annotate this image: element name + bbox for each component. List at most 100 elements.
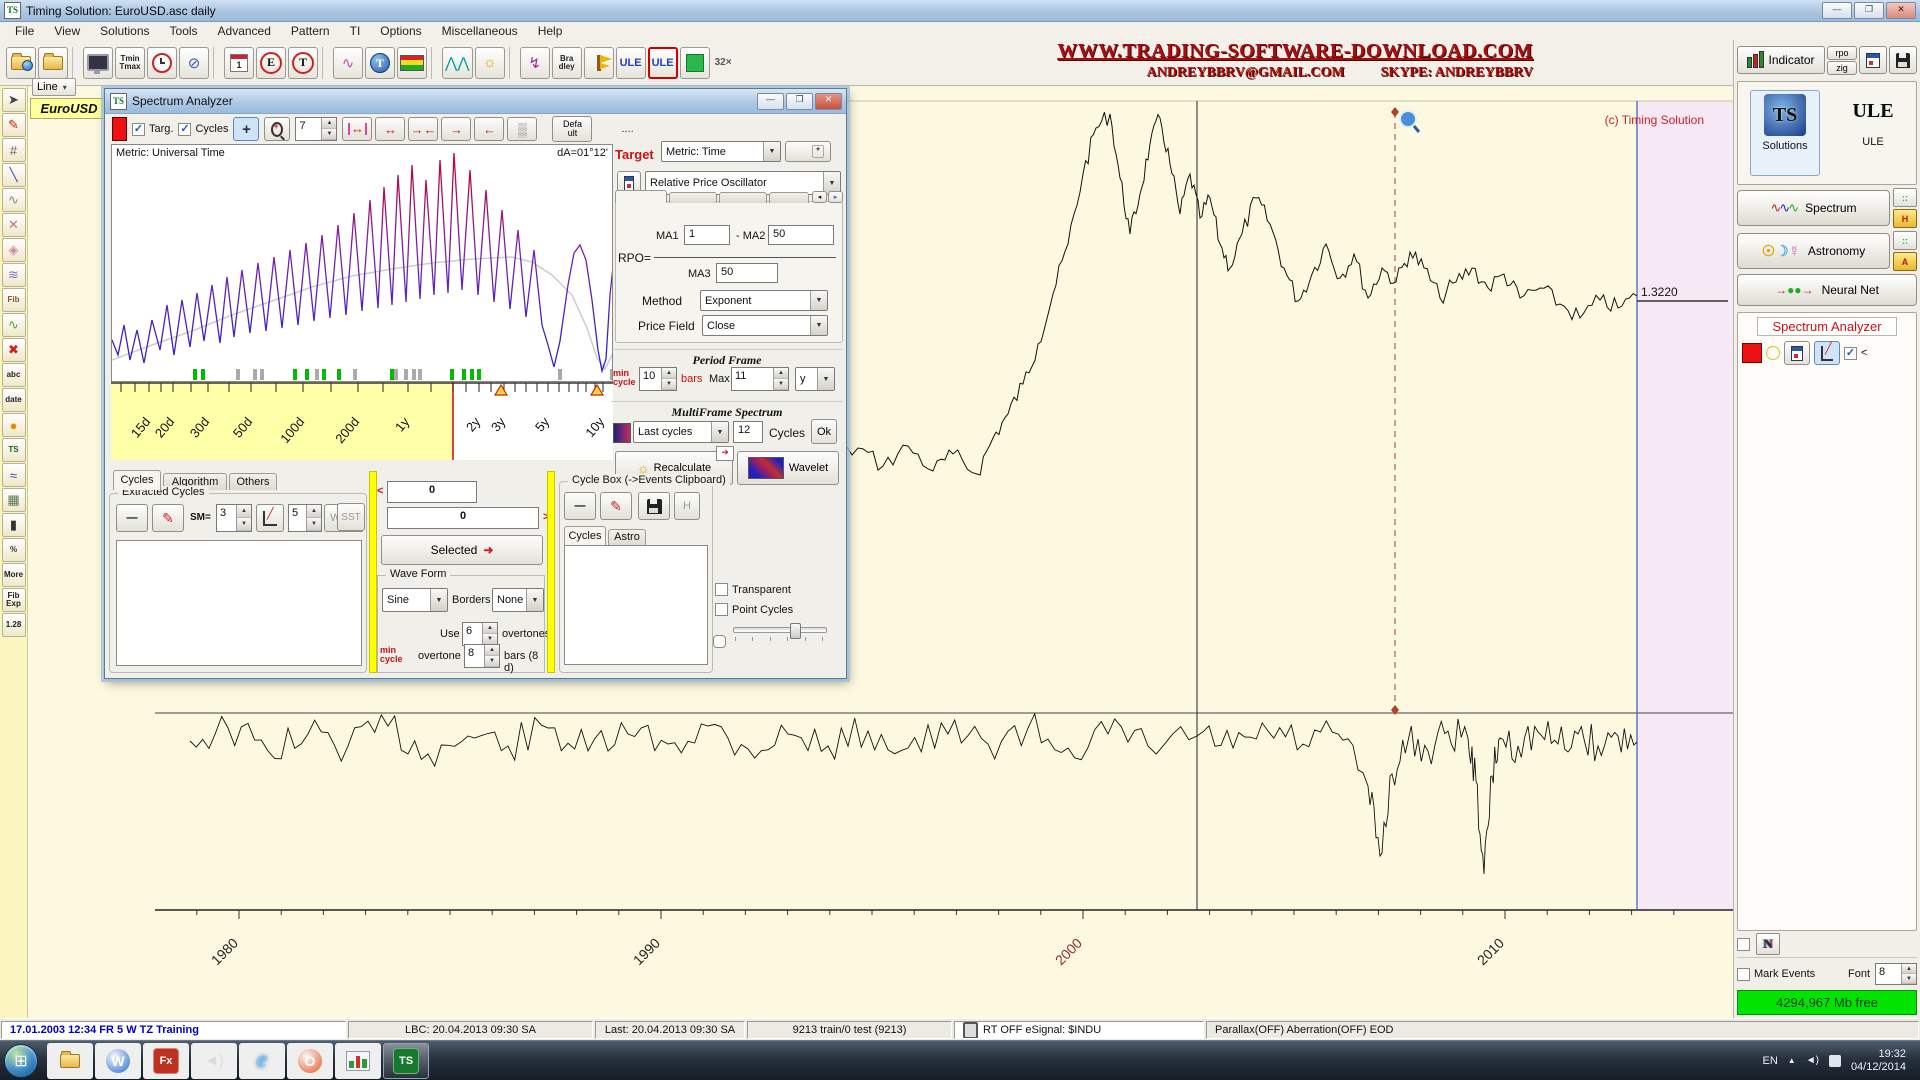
opacity-slider[interactable]: [733, 627, 827, 633]
indicator-button[interactable]: Indicator: [1737, 46, 1825, 74]
menu-miscellaneous[interactable]: Miscellaneous: [433, 22, 527, 40]
dialog-titlebar[interactable]: TS Spectrum Analyzer — ❐ ✕: [105, 89, 846, 114]
zigzag-tool[interactable]: ∿: [2, 188, 26, 212]
ryg-bar-button[interactable]: [397, 47, 427, 79]
menu-options[interactable]: Options: [371, 22, 430, 40]
cycle-box-list[interactable]: [564, 545, 708, 665]
shift-right-button[interactable]: →: [441, 117, 471, 141]
tray-volume-icon[interactable]: ◄): [1806, 1055, 1819, 1066]
transit-t-button[interactable]: T: [288, 47, 318, 79]
squiggle-button[interactable]: ∿: [333, 47, 363, 79]
cycles-checkbox[interactable]: Cycles: [178, 123, 228, 136]
n-colorful-button[interactable]: N: [1756, 933, 1780, 955]
open-file-button[interactable]: [38, 47, 68, 79]
ephemeris-e-button[interactable]: E: [256, 47, 286, 79]
wavelet-button[interactable]: Wavelet: [737, 451, 839, 485]
tab-others[interactable]: Others: [229, 473, 277, 490]
min-cycle-spinner[interactable]: 10: [639, 367, 677, 391]
remove-cycle-button[interactable]: —: [116, 504, 148, 532]
astronomy-dots-button[interactable]: ::: [1893, 231, 1917, 250]
zigzag-tree-button[interactable]: ↯: [520, 47, 550, 79]
erase-cycle-button[interactable]: ✎: [152, 504, 184, 532]
shift-left-button[interactable]: ←: [474, 117, 504, 141]
star-button[interactable]: *: [785, 141, 831, 162]
abc-label-tool[interactable]: abc: [2, 363, 26, 387]
maximize-button[interactable]: ❐: [1854, 2, 1884, 19]
astronomy-button[interactable]: ☉☽☿ Astronomy: [1737, 233, 1890, 269]
cycle-box-h-button[interactable]: H: [674, 492, 700, 520]
menu-solutions[interactable]: Solutions: [91, 22, 158, 40]
start-button[interactable]: ⊞: [4, 1044, 38, 1078]
cycle-box-tab-astro[interactable]: Astro: [608, 529, 646, 545]
fib-exp-button[interactable]: Fib Exp: [2, 588, 26, 612]
ma2-input[interactable]: 50: [768, 225, 834, 245]
neural-net-button[interactable]: →●●→ Neural Net: [1737, 274, 1917, 306]
sst-button[interactable]: SST: [337, 503, 365, 531]
rpo-tab-3[interactable]: [719, 192, 767, 203]
rpo-tab-2[interactable]: [669, 192, 717, 203]
tray-network-icon[interactable]: [1829, 1055, 1841, 1067]
internet-explorer-button[interactable]: e: [239, 1043, 285, 1079]
date-label-tool[interactable]: date: [2, 388, 26, 412]
histogram-button[interactable]: [256, 504, 284, 532]
webmoney-button[interactable]: W: [95, 1043, 141, 1079]
font-size-spinner[interactable]: 8: [1875, 963, 1917, 985]
save-button[interactable]: [1889, 46, 1917, 74]
spectrum-button[interactable]: ∿∿∿ Spectrum: [1737, 190, 1890, 226]
close-button[interactable]: ✕: [1886, 2, 1916, 19]
ule-red-button[interactable]: ULE: [648, 47, 678, 79]
flag-button[interactable]: [584, 47, 614, 79]
spectrum-dots-button[interactable]: ::: [1893, 188, 1917, 207]
range-expand-button[interactable]: ↔: [375, 117, 405, 141]
extracted-cycles-list[interactable]: [116, 540, 362, 666]
method-dropdown[interactable]: Exponent: [700, 290, 828, 311]
line-tool[interactable]: ╲: [2, 163, 26, 187]
crosshair-button[interactable]: +: [233, 117, 259, 141]
tab-scroll-left-button[interactable]: ◂: [812, 191, 827, 203]
cycle-value-input-2[interactable]: 0: [387, 507, 539, 529]
volume-mixer-button[interactable]: ◄): [191, 1043, 237, 1079]
curve-color-swatch[interactable]: [1742, 343, 1762, 363]
splitter-right[interactable]: [547, 471, 555, 673]
green-square-button[interactable]: [680, 47, 710, 79]
show-hidden-icons[interactable]: ▲: [1788, 1056, 1796, 1065]
zig-button[interactable]: zig: [1827, 61, 1857, 75]
fib-tool[interactable]: Fib: [2, 288, 26, 312]
target-color-swatch[interactable]: [112, 117, 127, 141]
cycle-box-tab-cycles[interactable]: Cycles: [564, 526, 606, 545]
menu-help[interactable]: Help: [529, 22, 572, 40]
max-cycle-spinner[interactable]: 11: [731, 367, 789, 391]
grid-box-tool[interactable]: ▦: [2, 488, 26, 512]
edit-tool[interactable]: ✎: [2, 113, 26, 137]
minimize-button[interactable]: —: [1822, 2, 1852, 19]
timing-solution-button[interactable]: TS: [383, 1043, 429, 1079]
wave-shape-dropdown[interactable]: Sine: [382, 588, 448, 612]
explorer-button[interactable]: [47, 1043, 93, 1079]
price-field-dropdown[interactable]: Close: [702, 315, 828, 336]
cycle-box-erase-button[interactable]: ✎: [600, 492, 632, 520]
rpo-button[interactable]: rpo: [1827, 46, 1857, 60]
browser-button[interactable]: O: [287, 1043, 333, 1079]
sa-window-button[interactable]: [1784, 341, 1810, 365]
app-red-button[interactable]: Fx: [143, 1043, 189, 1079]
tab-cycles[interactable]: Cycles: [113, 470, 161, 490]
point-cycles-checkbox[interactable]: Point Cycles: [715, 603, 793, 616]
rpo-tab-1[interactable]: [615, 190, 667, 203]
spectrum-h-button[interactable]: H: [1893, 209, 1917, 228]
sm-spinner[interactable]: 3: [216, 504, 252, 532]
wavezz-tool[interactable]: ≋: [2, 263, 26, 287]
ok-button[interactable]: Ok: [811, 419, 837, 444]
bradley-button[interactable]: Bradley: [552, 47, 582, 79]
bars-tool[interactable]: ▮: [2, 513, 26, 537]
calendar-button[interactable]: 1: [224, 47, 254, 79]
clock-button[interactable]: [147, 47, 177, 79]
dialog-close-button[interactable]: ✕: [815, 93, 842, 110]
transparent-checkbox[interactable]: Transparent: [715, 583, 791, 596]
zoom-in-button[interactable]: [264, 117, 290, 141]
menu-file[interactable]: File: [6, 22, 43, 40]
max-unit-dropdown[interactable]: y: [795, 367, 835, 391]
wave-model-tool[interactable]: ≈: [2, 463, 26, 487]
cycle-box-save-button[interactable]: [638, 492, 670, 520]
cycle-box-remove-button[interactable]: —: [564, 492, 596, 520]
metric-dropdown[interactable]: Metric: Time: [661, 141, 781, 162]
